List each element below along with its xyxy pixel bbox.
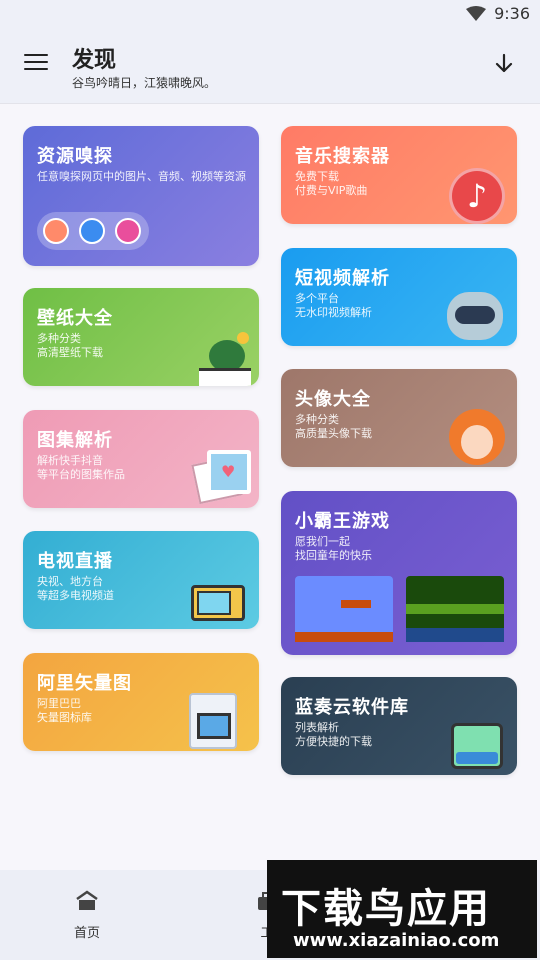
page-title: 发现 bbox=[72, 48, 117, 73]
card-music-search[interactable]: 音乐搜索器 免费下载 付费与VIP歌曲 ♪ bbox=[281, 126, 517, 224]
nav-label: 首页 bbox=[74, 926, 101, 941]
card-title: 短视频解析 bbox=[295, 268, 390, 289]
card-lanzou[interactable]: 蓝奏云软件库 列表解析 方便快捷的下载 bbox=[281, 677, 517, 775]
media-icons-pill bbox=[37, 212, 149, 250]
card-desc: 多种分类 高清壁纸下载 bbox=[37, 332, 103, 359]
audio-icon bbox=[115, 218, 141, 244]
wifi-icon bbox=[466, 5, 487, 21]
status-time: 9:36 bbox=[494, 4, 530, 23]
girl-avatar-icon bbox=[449, 409, 505, 465]
card-desc: 解析快手抖音 等平台的图集作品 bbox=[37, 454, 125, 481]
card-nes-games[interactable]: 小霸王游戏 愿我们一起 找回童年的快乐 bbox=[281, 491, 517, 655]
card-title: 音乐搜索器 bbox=[295, 146, 390, 167]
card-desc: 多种分类 高质量头像下载 bbox=[295, 413, 372, 440]
menu-icon bbox=[24, 54, 48, 56]
menu-button[interactable] bbox=[24, 54, 48, 74]
watermark: 下载鸟应用 www.xiazainiao.com bbox=[267, 860, 537, 958]
hard-drive-icon bbox=[451, 723, 503, 769]
status-bar: 9:36 bbox=[0, 0, 540, 30]
app-bar: 发现 谷鸟吟晴日，江猿啸晚风。 bbox=[0, 30, 540, 104]
card-title: 壁纸大全 bbox=[37, 308, 113, 329]
page-subtitle: 谷鸟吟晴日，江猿啸晚风。 bbox=[72, 76, 217, 90]
video-icon bbox=[79, 218, 105, 244]
card-title: 头像大全 bbox=[295, 389, 371, 410]
card-title: 图集解析 bbox=[37, 430, 113, 451]
card-desc: 多个平台 无水印视频解析 bbox=[295, 292, 372, 319]
card-title: 阿里矢量图 bbox=[37, 673, 132, 694]
robot-icon bbox=[447, 292, 503, 340]
music-note-icon: ♪ bbox=[449, 168, 505, 224]
card-desc: 央视、地方台 等超多电视频道 bbox=[37, 575, 114, 602]
card-title: 蓝奏云软件库 bbox=[295, 697, 409, 718]
card-avatar[interactable]: 头像大全 多种分类 高质量头像下载 bbox=[281, 369, 517, 467]
card-ali-vector[interactable]: 阿里矢量图 阿里巴巴 矢量图标库 bbox=[23, 653, 259, 751]
watermark-logo: 下载鸟应用 bbox=[281, 886, 491, 932]
image-icon bbox=[43, 218, 69, 244]
card-desc: 阿里巴巴 矢量图标库 bbox=[37, 697, 92, 724]
photos-icon: ♥ bbox=[191, 448, 255, 506]
card-title: 小霸王游戏 bbox=[295, 511, 390, 532]
card-desc: 任意嗅探网页中的图片、音频、视频等资源 bbox=[37, 170, 246, 183]
card-tv-live[interactable]: 电视直播 央视、地方台 等超多电视频道 bbox=[23, 531, 259, 629]
card-desc: 免费下载 付费与VIP歌曲 bbox=[295, 170, 368, 197]
nav-home[interactable]: 首页 bbox=[74, 888, 100, 941]
card-desc: 列表解析 方便快捷的下载 bbox=[295, 721, 372, 748]
card-desc: 愿我们一起 找回童年的快乐 bbox=[295, 535, 372, 562]
home-icon bbox=[76, 890, 98, 910]
card-resource-sniff[interactable]: 资源嗅探 任意嗅探网页中的图片、音频、视频等资源 bbox=[23, 126, 259, 266]
card-title: 资源嗅探 bbox=[37, 146, 113, 167]
card-short-video[interactable]: 短视频解析 多个平台 无水印视频解析 bbox=[281, 248, 517, 346]
card-title: 电视直播 bbox=[37, 551, 113, 572]
watermark-url: www.xiazainiao.com bbox=[293, 930, 500, 951]
contra-screenshot bbox=[406, 576, 504, 642]
tree-icon bbox=[193, 328, 253, 386]
card-gallery-parse[interactable]: 图集解析 解析快手抖音 等平台的图集作品 ♥ bbox=[23, 410, 259, 508]
download-icon[interactable] bbox=[492, 52, 516, 76]
card-wallpaper[interactable]: 壁纸大全 多种分类 高清壁纸下载 bbox=[23, 288, 259, 386]
mario-screenshot bbox=[295, 576, 393, 642]
status-icons: 9:36 bbox=[466, 4, 530, 23]
tv-icon bbox=[191, 575, 247, 625]
image-file-icon bbox=[189, 693, 237, 749]
